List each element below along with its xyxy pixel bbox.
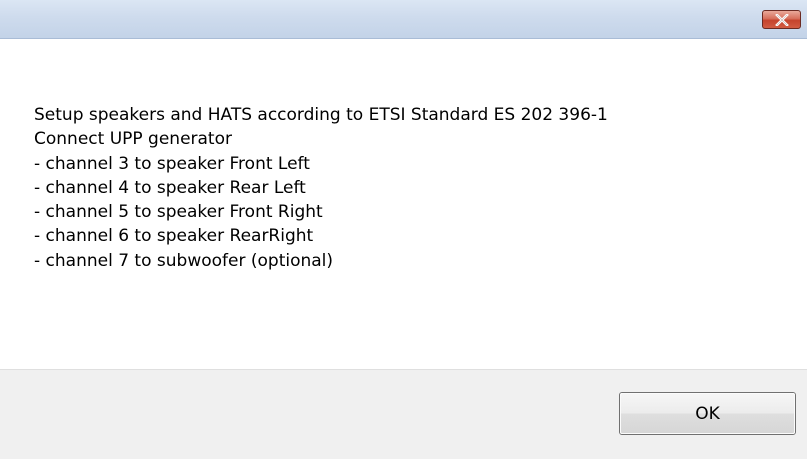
message-text: Setup speakers and HATS according to ETS… <box>34 103 608 273</box>
title-bar[interactable] <box>0 0 807 39</box>
message-line: Setup speakers and HATS according to ETS… <box>34 105 608 125</box>
button-bar: OK <box>0 369 807 459</box>
close-button[interactable] <box>762 10 801 29</box>
message-line: Connect UPP generator <box>34 129 232 150</box>
ok-button-label: OK <box>695 403 720 424</box>
message-line: - channel 7 to subwoofer (optional) <box>34 250 334 271</box>
message-line: - channel 3 to speaker Front Left <box>34 153 310 174</box>
ok-button[interactable]: OK <box>619 392 796 435</box>
dialog-content: Setup speakers and HATS according to ETS… <box>0 39 807 369</box>
message-line: - channel 4 to speaker Rear Left <box>34 177 306 198</box>
message-dialog: Setup speakers and HATS according to ETS… <box>0 0 807 459</box>
close-icon <box>774 13 789 26</box>
message-line: - channel 5 to speaker Front Right <box>34 202 323 223</box>
message-line: - channel 6 to speaker RearRight <box>34 226 314 247</box>
